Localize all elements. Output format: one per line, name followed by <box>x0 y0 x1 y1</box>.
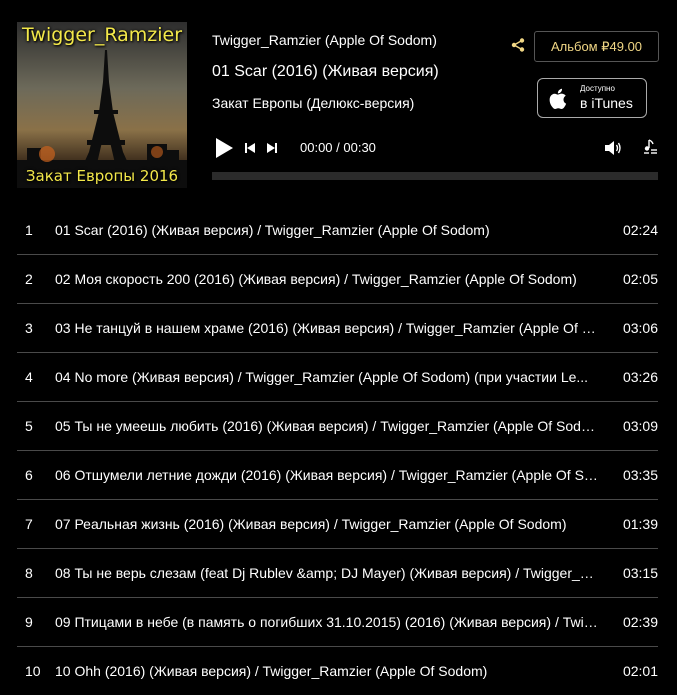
track-number: 8 <box>25 565 33 581</box>
track-row[interactable]: 5 05 Ты не умеешь любить (2016) (Живая ве… <box>17 402 658 451</box>
track-title: 07 Реальная жизнь (2016) (Живая версия) … <box>55 516 567 532</box>
current-track-title: 01 Scar (2016) (Живая версия) <box>212 63 439 80</box>
play-icon[interactable] <box>213 136 235 160</box>
track-duration: 02:05 <box>622 271 658 287</box>
album-link[interactable]: Закат Европы (Делюкс-версия) <box>212 95 414 111</box>
track-number: 9 <box>25 614 33 630</box>
track-number: 2 <box>25 271 33 287</box>
track-row[interactable]: 7 07 Реальная жизнь (2016) (Живая версия)… <box>17 500 658 549</box>
progress-bar[interactable] <box>212 172 658 180</box>
track-row[interactable]: 2 02 Моя скорость 200 (2016) (Живая верси… <box>17 255 658 304</box>
itunes-badge[interactable]: Доступно в iTunes <box>537 78 647 118</box>
itunes-badge-large-text: в iTunes <box>580 95 633 111</box>
track-duration: 02:24 <box>622 222 658 238</box>
volume-icon[interactable] <box>603 139 623 157</box>
track-duration: 01:39 <box>622 516 658 532</box>
track-row[interactable]: 9 09 Птицами в небе (в память о погибших … <box>17 598 658 647</box>
track-duration: 03:06 <box>622 320 658 336</box>
track-title: 09 Птицами в небе (в память о погибших 3… <box>55 614 600 630</box>
artist-link[interactable]: Twigger_Ramzier (Apple Of Sodom) <box>212 32 437 48</box>
track-title: 01 Scar (2016) (Живая версия) / Twigger_… <box>55 222 490 238</box>
track-title: 03 Не танцуй в нашем храме (2016) (Живая… <box>55 320 600 336</box>
apple-icon <box>549 88 567 109</box>
track-duration: 02:39 <box>622 614 658 630</box>
track-row[interactable]: 6 06 Отшумели летние дожди (2016) (Живая … <box>17 451 658 500</box>
eiffel-tower-artwork <box>17 22 187 188</box>
track-duration: 03:09 <box>622 418 658 434</box>
track-number: 6 <box>25 467 33 483</box>
cover-subtitle: Закат Европы 2016 <box>25 167 179 185</box>
track-number: 4 <box>25 369 33 385</box>
track-number: 5 <box>25 418 33 434</box>
track-row[interactable]: 4 04 No more (Живая версия) / Twigger_Ram… <box>17 353 658 402</box>
previous-track-icon[interactable] <box>243 141 257 155</box>
next-track-icon[interactable] <box>265 141 279 155</box>
buy-album-button[interactable]: Альбом ₽49.00 <box>534 31 659 62</box>
track-title: 04 No more (Живая версия) / Twigger_Ramz… <box>55 369 589 385</box>
track-number: 1 <box>25 222 33 238</box>
track-title: 06 Отшумели летние дожди (2016) (Живая в… <box>55 467 600 483</box>
track-duration: 03:35 <box>622 467 658 483</box>
share-icon[interactable] <box>511 38 525 52</box>
track-title: 05 Ты не умеешь любить (2016) (Живая вер… <box>55 418 600 434</box>
track-number: 3 <box>25 320 33 336</box>
track-number: 7 <box>25 516 33 532</box>
playlist-icon[interactable] <box>640 138 658 156</box>
track-title: 08 Ты не верь слезам (feat Dj Rublev &am… <box>55 565 600 581</box>
track-duration: 03:15 <box>622 565 658 581</box>
track-row[interactable]: 10 10 Ohh (2016) (Живая версия) / Twigger… <box>17 647 658 695</box>
album-cover: Twigger_Ramzier Закат Европы 2016 <box>17 22 187 188</box>
track-title: 02 Моя скорость 200 (2016) (Живая версия… <box>55 271 577 287</box>
itunes-badge-small-text: Доступно <box>580 84 615 93</box>
cover-title: Twigger_Ramzier <box>21 24 183 46</box>
playback-time: 00:00 / 00:30 <box>300 140 376 155</box>
track-duration: 03:26 <box>622 369 658 385</box>
track-row[interactable]: 1 01 Scar (2016) (Живая версия) / Twigger… <box>17 206 658 255</box>
track-row[interactable]: 8 08 Ты не верь слезам (feat Dj Rublev &a… <box>17 549 658 598</box>
track-list: 1 01 Scar (2016) (Живая версия) / Twigger… <box>17 206 658 695</box>
track-row[interactable]: 3 03 Не танцуй в нашем храме (2016) (Жива… <box>17 304 658 353</box>
